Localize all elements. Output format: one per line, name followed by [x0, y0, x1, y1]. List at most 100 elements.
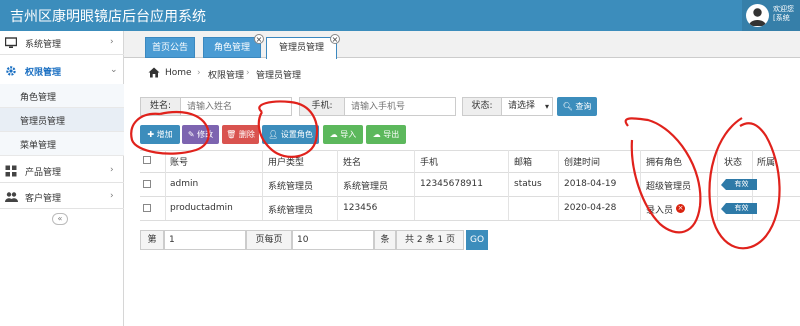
name-label: 姓名:	[140, 97, 181, 116]
app-title: 吉州区康明眼镜店后台应用系统	[10, 9, 206, 25]
monitor-icon	[4, 37, 18, 49]
caret-down-icon: ▾	[544, 102, 549, 111]
header-phone[interactable]: 手机	[420, 155, 438, 168]
user-greeting: 欢迎您 [系统	[773, 5, 794, 23]
user-role-text: [系统	[773, 14, 790, 22]
breadcrumb: Home › 权限管理 › 管理员管理	[140, 63, 800, 85]
chevron-down-icon: ⌄	[110, 65, 118, 75]
sidebar-item-label: 产品管理	[25, 168, 62, 178]
per-page-unit: 条	[374, 230, 396, 250]
header-name[interactable]: 姓名	[343, 155, 361, 168]
edit-button[interactable]: ✎ 修改	[182, 125, 219, 144]
breadcrumb-separator: ›	[246, 68, 250, 78]
trash-icon: 🗑︎	[226, 130, 237, 139]
export-button[interactable]: ☁︎ 导出	[366, 125, 406, 144]
cell-user-type: 系统管理员	[268, 182, 314, 192]
query-button[interactable]: 🔍︎ 查询	[557, 97, 597, 116]
cell-email: status	[514, 179, 542, 189]
cell-role: 超级管理员	[646, 182, 692, 192]
user-menu[interactable]: 欢迎您 [系统	[742, 0, 800, 31]
tab-label: 角色管理	[213, 43, 250, 53]
tab-role-manage[interactable]: 角色管理 ×	[203, 34, 264, 58]
breadcrumb-current: 管理员管理	[256, 71, 302, 81]
pencil-icon: ✎	[187, 130, 195, 139]
header-email[interactable]: 邮箱	[514, 155, 532, 168]
header-user-type[interactable]: 用户类型	[268, 155, 304, 168]
add-button[interactable]: ✚ 增加	[140, 125, 180, 144]
cell-name: 123456	[343, 203, 378, 213]
sidebar-subitem-admin[interactable]: 管理员管理	[0, 108, 124, 132]
sidebar-item-label: 系统管理	[25, 40, 62, 50]
close-icon[interactable]: ×	[330, 34, 340, 44]
sidebar-item-label: 客户管理	[25, 194, 62, 204]
cell-phone: 12345678911	[420, 179, 483, 189]
phone-search-input[interactable]	[344, 97, 456, 116]
grid-icon	[5, 165, 17, 177]
sidebar-subitem-menu[interactable]: 菜单管理	[0, 132, 124, 156]
sidebar-item-product[interactable]: 产品管理 ›	[0, 159, 124, 183]
phone-label: 手机:	[299, 97, 345, 116]
sidebar: 系统管理 › 权限管理 ⌄ 角色管理 管理员管理 菜单管理 产品管理 › 客户管…	[0, 31, 124, 326]
header-status[interactable]: 状态	[724, 155, 742, 168]
status-badge: 有效	[721, 203, 757, 214]
delete-button[interactable]: 🗑︎ 删除	[222, 125, 259, 144]
delete-button-label: 删除	[238, 130, 255, 139]
tab-label: 管理员管理	[278, 43, 324, 53]
name-search-input[interactable]	[180, 97, 292, 116]
select-all-checkbox[interactable]	[143, 156, 151, 164]
import-button-label: 导入	[340, 130, 357, 139]
gear-icon	[5, 65, 17, 77]
sidebar-item-customer[interactable]: 客户管理 ›	[0, 185, 124, 209]
cell-account: admin	[170, 179, 199, 189]
sidebar-subitem-label: 角色管理	[20, 93, 57, 103]
header-account[interactable]: 账号	[170, 155, 188, 168]
header-belongs[interactable]: 所属	[757, 155, 775, 168]
chevron-right-icon: ›	[110, 165, 114, 175]
greeting-text: 欢迎您	[773, 5, 794, 13]
add-button-label: 增加	[156, 130, 173, 139]
remove-role-icon[interactable]: ×	[676, 204, 685, 213]
per-page-input[interactable]: 10	[292, 230, 374, 250]
status-badge: 有效	[721, 179, 757, 190]
page-number-input[interactable]: 1	[164, 230, 246, 250]
header-created[interactable]: 创建时间	[564, 155, 600, 168]
tab-bar: 首页公告 角色管理 × 管理员管理 ×	[124, 31, 800, 59]
chevron-right-icon: ›	[110, 37, 114, 47]
sidebar-item-system[interactable]: 系统管理 ›	[0, 31, 124, 55]
status-label: 状态:	[462, 97, 502, 116]
row-checkbox[interactable]	[143, 204, 151, 212]
header-roles[interactable]: 拥有角色	[646, 155, 682, 168]
status-select[interactable]: 请选择 ▾	[501, 97, 553, 116]
edit-button-label: 修改	[197, 130, 214, 139]
sidebar-item-permission[interactable]: 权限管理 ⌄	[0, 59, 124, 83]
tab-home[interactable]: 首页公告	[145, 37, 195, 58]
set-role-button[interactable]: 👤︎ 设置角色	[262, 125, 319, 144]
go-button[interactable]: GO	[466, 230, 488, 250]
page-prefix-label: 第	[140, 230, 164, 250]
row-checkbox[interactable]	[143, 180, 151, 188]
search-icon: 🔍︎	[562, 102, 573, 111]
import-button[interactable]: ☁︎ 导入	[323, 125, 363, 144]
cell-created: 2018-04-19	[564, 179, 617, 189]
sidebar-subitem-label: 菜单管理	[20, 141, 57, 151]
sidebar-subitem-role[interactable]: 角色管理	[0, 84, 124, 108]
avatar[interactable]	[746, 4, 769, 27]
cell-created: 2020-04-28	[564, 203, 617, 213]
cell-role: 录入员	[646, 206, 674, 216]
page-summary: 共 2 条 1 页	[396, 230, 464, 250]
close-icon[interactable]: ×	[254, 34, 264, 44]
status-select-value: 请选择	[508, 101, 536, 111]
set-role-button-label: 设置角色	[280, 130, 313, 139]
home-icon[interactable]	[148, 67, 160, 81]
sidebar-subitem-label: 管理员管理	[20, 117, 66, 127]
breadcrumb-home[interactable]: Home	[165, 68, 192, 78]
top-header: 吉州区康明眼镜店后台应用系统 欢迎您 [系统	[0, 0, 800, 31]
cloud-upload-icon: ☁︎	[329, 130, 338, 139]
cell-account: productadmin	[170, 203, 233, 213]
sidebar-collapse-button[interactable]: «	[52, 213, 68, 225]
chevron-right-icon: ›	[110, 191, 114, 201]
breadcrumb-level1[interactable]: 权限管理	[208, 68, 244, 81]
tab-admin-manage[interactable]: 管理员管理 ×	[266, 34, 340, 59]
user-icon: 👤︎	[268, 130, 279, 139]
plus-icon: ✚	[147, 130, 155, 139]
